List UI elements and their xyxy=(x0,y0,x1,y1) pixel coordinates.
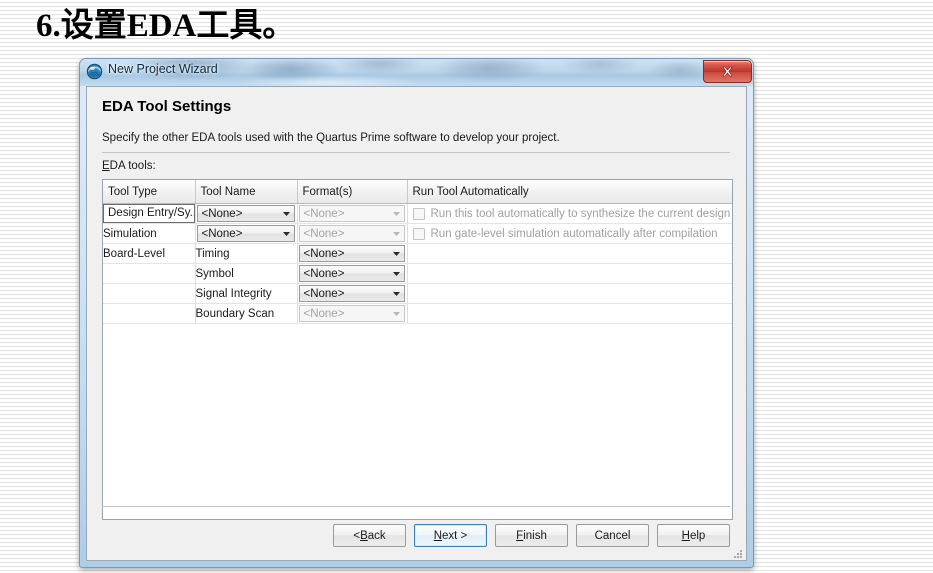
help-button[interactable]: Help xyxy=(657,524,730,547)
finish-button-suffix: inish xyxy=(523,529,547,542)
cell-run-automatically xyxy=(407,283,732,304)
cell-tool-type[interactable]: Simulation xyxy=(103,223,196,244)
wizard-icon xyxy=(86,63,103,80)
next-button-suffix: ext > xyxy=(442,529,468,542)
table-row: Signal Integrity <None> xyxy=(103,283,732,304)
format-selected-value: <None> xyxy=(303,287,345,300)
run-automatically-label: Run gate-level simulation automatically … xyxy=(430,227,718,240)
help-button-mnemonic: H xyxy=(681,529,690,542)
tool-type-value-focused: Design Entry/Sy... xyxy=(103,204,195,223)
column-header-run-tool-automatically[interactable]: Run Tool Automatically xyxy=(407,180,732,204)
cell-tool-name[interactable]: Signal Integrity xyxy=(195,283,298,304)
run-automatically-label: Run this tool automatically to synthesiz… xyxy=(430,207,731,220)
tool-name-selected-value: <None> xyxy=(201,207,243,220)
table-row: Symbol <None> xyxy=(103,263,732,284)
cell-format: <None> xyxy=(297,203,408,224)
cell-tool-name[interactable]: Boundary Scan xyxy=(195,303,298,324)
format-selected-value: <None> xyxy=(303,267,345,280)
chevron-down-icon xyxy=(279,206,294,221)
window-title-text: New Project Wizard xyxy=(108,62,218,76)
back-button-suffix: ack xyxy=(367,529,386,542)
cell-tool-name[interactable]: <None> xyxy=(195,203,298,224)
dialog-client-area: EDA Tool Settings Specify the other EDA … xyxy=(86,86,747,561)
column-header-formats[interactable]: Format(s) xyxy=(297,180,408,204)
run-automatically-row: Run this tool automatically to synthesiz… xyxy=(408,204,733,223)
run-automatically-row: Run gate-level simulation automatically … xyxy=(408,224,733,243)
chevron-down-icon xyxy=(389,226,404,241)
format-dropdown: <None> xyxy=(298,205,405,222)
finish-button-mnemonic: F xyxy=(516,529,524,542)
format-dropdown: <None> xyxy=(298,305,405,322)
format-selected-value: <None> xyxy=(303,307,345,320)
cell-tool-name[interactable]: Timing xyxy=(195,243,298,264)
format-selected-value: <None> xyxy=(303,227,345,240)
table-row: Simulation <None> <None> Run gate-level … xyxy=(103,223,733,244)
table-header-row: Tool Type Tool Name Format(s) Run Tool A… xyxy=(103,180,732,204)
cell-run-automatically: Run gate-level simulation automatically … xyxy=(407,223,733,244)
page-title: EDA Tool Settings xyxy=(102,98,232,115)
cell-tool-name[interactable]: Symbol xyxy=(195,263,298,284)
column-header-tool-type[interactable]: Tool Type xyxy=(103,180,196,204)
format-dropdown[interactable]: <None> xyxy=(298,285,405,302)
table-row: Design Entry/Sy... <None> <None> Run thi… xyxy=(103,203,733,224)
close-icon xyxy=(722,66,733,77)
table-row: Boundary Scan <None> xyxy=(103,303,732,324)
description-divider xyxy=(102,152,730,153)
dialog-button-bar: < Back Next > Finish Cancel Help xyxy=(333,524,730,547)
cell-run-automatically xyxy=(407,263,732,284)
tool-name-selected-value: <None> xyxy=(201,227,243,240)
cell-tool-type[interactable] xyxy=(103,303,196,324)
chevron-down-icon xyxy=(389,206,404,221)
slide-title: 6.设置EDA工具。 xyxy=(36,8,296,44)
chevron-down-icon xyxy=(389,306,404,321)
format-selected-value: <None> xyxy=(303,247,345,260)
tool-name-dropdown[interactable]: <None> xyxy=(196,225,295,242)
cell-format[interactable]: <None> xyxy=(297,243,408,264)
cell-run-automatically: Run this tool automatically to synthesiz… xyxy=(407,203,733,224)
page-description: Specify the other EDA tools used with th… xyxy=(102,132,560,144)
cell-run-automatically xyxy=(407,303,732,324)
back-button[interactable]: < Back xyxy=(333,524,406,547)
finish-button[interactable]: Finish xyxy=(495,524,568,547)
chevron-down-icon xyxy=(279,226,294,241)
table-row: Board-Level Timing <None> xyxy=(103,243,732,264)
footer-divider xyxy=(102,506,730,507)
help-button-suffix: elp xyxy=(689,529,706,542)
cell-format[interactable]: <None> xyxy=(297,263,408,284)
chevron-down-icon xyxy=(389,266,404,281)
format-dropdown: <None> xyxy=(298,225,405,242)
new-project-wizard-dialog: New Project Wizard EDA Tool Settings Spe… xyxy=(79,58,754,568)
cell-tool-type[interactable] xyxy=(103,263,196,284)
cell-format: <None> xyxy=(297,303,408,324)
cell-tool-type[interactable]: Design Entry/Sy... xyxy=(103,203,196,224)
cell-tool-type[interactable]: Board-Level xyxy=(103,243,196,264)
format-dropdown[interactable]: <None> xyxy=(298,245,405,262)
tool-name-dropdown[interactable]: <None> xyxy=(196,205,295,222)
back-button-mnemonic: B xyxy=(360,529,368,542)
cell-tool-name[interactable]: <None> xyxy=(195,223,298,244)
next-button-mnemonic: N xyxy=(433,529,443,542)
eda-tools-label-mnemonic: E xyxy=(102,160,110,172)
close-button[interactable] xyxy=(703,60,752,83)
format-selected-value: <None> xyxy=(303,207,345,220)
next-button[interactable]: Next > xyxy=(414,524,487,547)
back-button-prefix: < xyxy=(353,529,361,542)
eda-tools-label: EDA tools: xyxy=(102,160,156,172)
run-automatically-checkbox xyxy=(412,207,425,220)
cancel-button-label: Cancel xyxy=(594,529,631,542)
chevron-down-icon xyxy=(389,246,404,261)
cell-tool-type[interactable] xyxy=(103,283,196,304)
column-header-tool-name[interactable]: Tool Name xyxy=(195,180,298,204)
run-automatically-checkbox xyxy=(412,227,425,240)
chevron-down-icon xyxy=(389,286,404,301)
resize-grip[interactable] xyxy=(731,546,743,558)
eda-tools-table: Tool Type Tool Name Format(s) Run Tool A… xyxy=(102,179,733,520)
format-dropdown[interactable]: <None> xyxy=(298,265,405,282)
cell-run-automatically xyxy=(407,243,732,264)
cell-format[interactable]: <None> xyxy=(297,283,408,304)
eda-tools-label-rest: DA tools: xyxy=(109,160,156,172)
cancel-button[interactable]: Cancel xyxy=(576,524,649,547)
cell-format: <None> xyxy=(297,223,408,244)
